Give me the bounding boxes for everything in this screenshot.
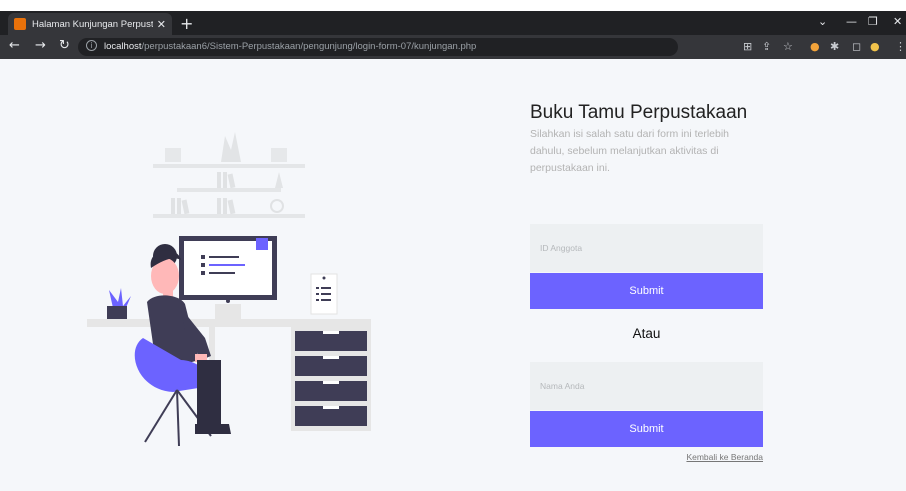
close-window-icon[interactable]: ✕: [893, 15, 902, 28]
url-path: /perpustakaan6/Sistem-Perpustakaan/pengu…: [141, 41, 477, 52]
page-subtitle: Silahkan isi salah satu dari form ini te…: [530, 128, 730, 174]
person-at-desk-illustration: [87, 132, 371, 447]
restore-icon[interactable]: ❐: [868, 15, 878, 28]
bookmark-star-icon[interactable]: ☆: [783, 40, 793, 53]
menu-kebab-icon[interactable]: ⋮: [895, 40, 906, 53]
translate-icon[interactable]: ⊞: [743, 40, 752, 53]
profile-avatar-icon[interactable]: ●: [870, 40, 880, 53]
side-panel-icon[interactable]: ◻: [852, 40, 861, 53]
member-id-input[interactable]: [530, 224, 763, 272]
back-icon[interactable]: ←: [9, 38, 20, 53]
extension-icon[interactable]: ●: [810, 40, 820, 53]
site-info-icon[interactable]: i: [86, 40, 97, 51]
url-host: localhost: [104, 41, 142, 52]
or-separator: Atau: [632, 326, 661, 341]
submit-visitor-name-button[interactable]: Submit: [530, 411, 763, 447]
extensions-puzzle-icon[interactable]: ✱: [830, 40, 839, 53]
browser-tab-bar: Halaman Kunjungan Perpustakaa ✕ + ⌄ — ❐ …: [0, 11, 906, 35]
reload-icon[interactable]: ↻: [59, 38, 70, 53]
tab-search-icon[interactable]: ⌄: [818, 15, 827, 28]
favicon-icon: [14, 18, 26, 30]
forward-icon[interactable]: →: [35, 38, 46, 53]
browser-tab[interactable]: Halaman Kunjungan Perpustakaa ✕: [8, 13, 172, 35]
share-icon[interactable]: ⇪: [762, 40, 771, 53]
browser-toolbar: ← → ↻ i localhost/perpustakaan6/Sistem-P…: [0, 35, 906, 59]
visitor-name-input[interactable]: [530, 362, 763, 410]
close-tab-icon[interactable]: ✕: [157, 18, 166, 31]
new-tab-icon[interactable]: +: [180, 14, 193, 33]
tab-title: Halaman Kunjungan Perpustakaa: [32, 18, 153, 30]
url-text[interactable]: localhost/perpustakaan6/Sistem-Perpustak…: [104, 41, 476, 52]
top-strip: [0, 0, 906, 11]
minimize-icon[interactable]: —: [846, 15, 857, 28]
page-title: Buku Tamu Perpustakaan: [530, 102, 748, 123]
submit-member-id-button[interactable]: Submit: [530, 273, 763, 309]
back-to-home-link[interactable]: Kembali ke Beranda: [686, 452, 763, 462]
